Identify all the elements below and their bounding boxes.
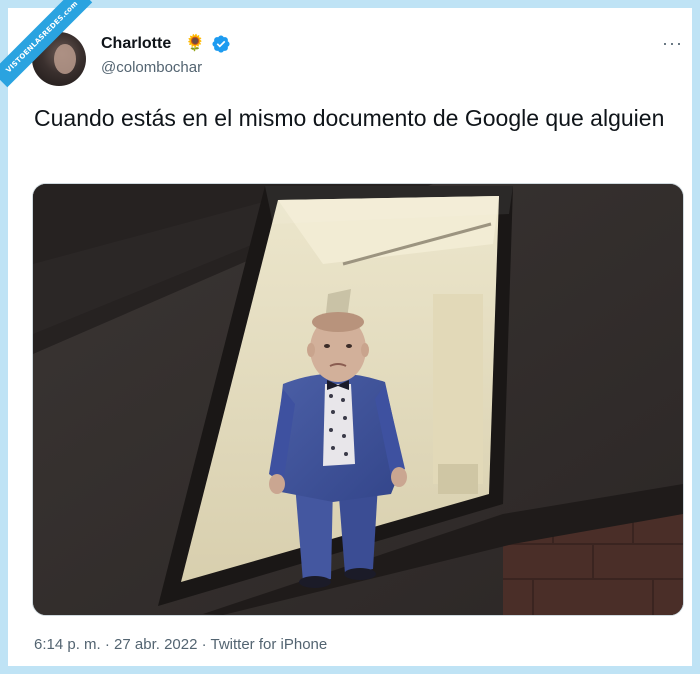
photo-illustration <box>33 184 683 615</box>
author-name[interactable]: Charlotte <box>101 35 171 53</box>
tweet-timestamp-source[interactable]: 6:14 p. m. · 27 abr. 2022 · Twitter for … <box>34 636 327 653</box>
author-handle[interactable]: @colombochar <box>101 59 202 76</box>
avatar-face <box>54 44 76 74</box>
verified-badge-icon <box>212 35 230 53</box>
tweet-text: Cuando estás en el mismo documento de Go… <box>34 105 665 131</box>
tweet-card: VISTOENLASREDES.com Charlotte 🌻 @colombo… <box>0 0 700 674</box>
sunflower-emoji-icon: 🌻 <box>185 35 205 52</box>
more-options-icon[interactable]: ··· <box>662 34 683 52</box>
tweet-photo[interactable] <box>32 183 684 616</box>
